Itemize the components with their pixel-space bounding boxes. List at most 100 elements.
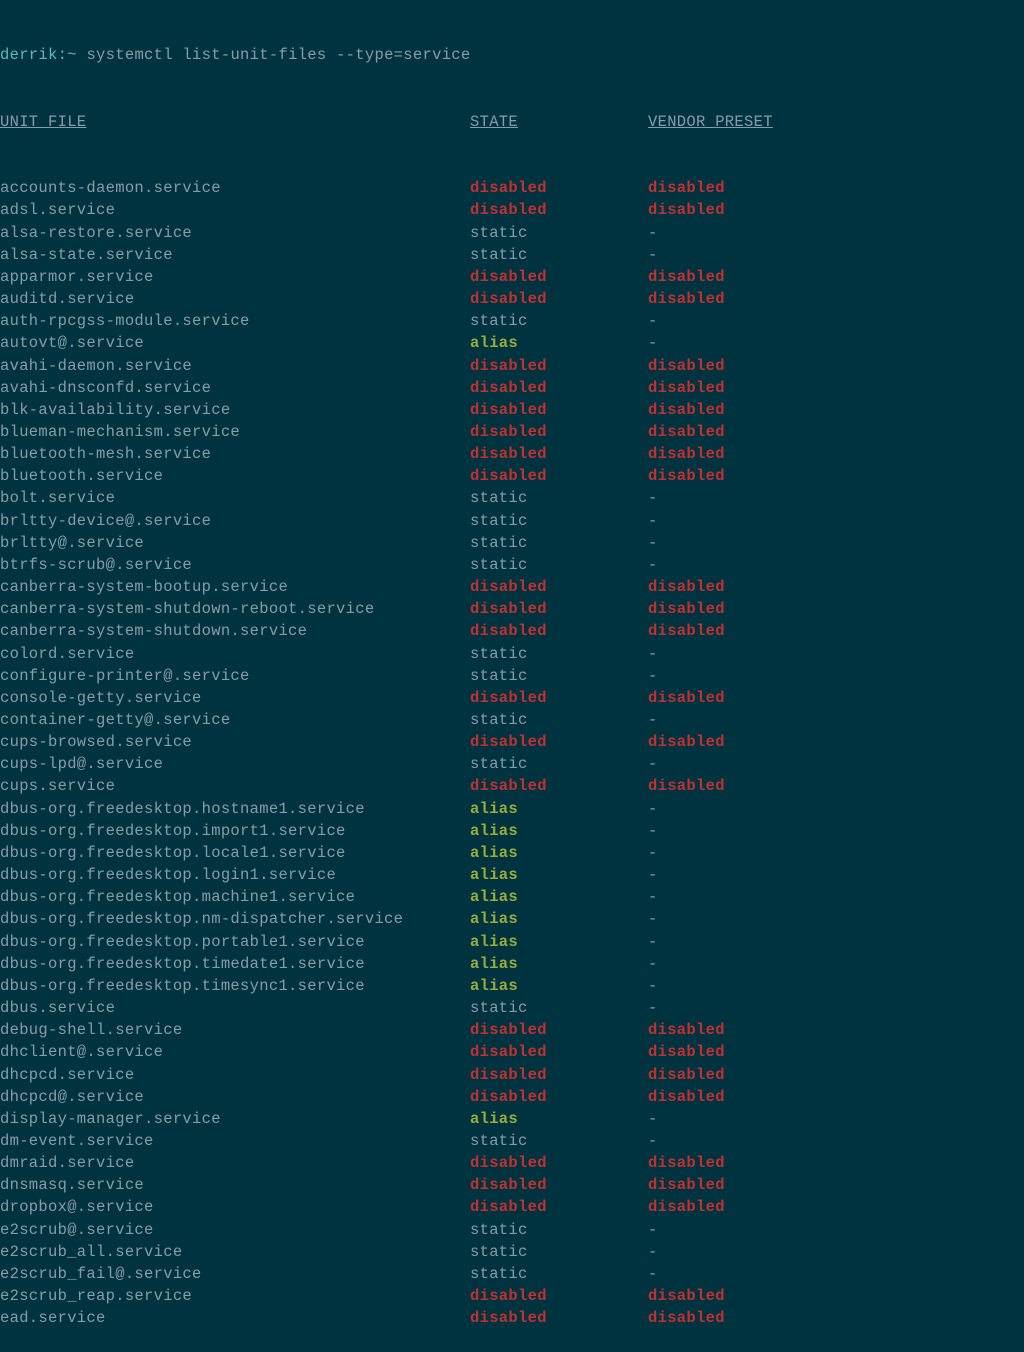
unit-state: static [470, 510, 648, 532]
unit-file-name: e2scrub@.service [0, 1219, 470, 1241]
table-row: bluetooth-mesh.servicedisableddisabled [0, 443, 1024, 465]
unit-state: alias [470, 931, 648, 953]
unit-preset: - [648, 487, 658, 509]
unit-preset: - [648, 997, 658, 1019]
table-row: canberra-system-shutdown.servicedisabled… [0, 620, 1024, 642]
table-row: autovt@.servicealias- [0, 332, 1024, 354]
table-row: cups.servicedisableddisabled [0, 775, 1024, 797]
unit-file-name: dm-event.service [0, 1130, 470, 1152]
unit-file-name: debug-shell.service [0, 1019, 470, 1041]
header-unit: UNIT FILE [0, 111, 470, 133]
table-row: cups-browsed.servicedisableddisabled [0, 731, 1024, 753]
unit-file-name: blueman-mechanism.service [0, 421, 470, 443]
unit-state: disabled [470, 421, 648, 443]
unit-state: static [470, 709, 648, 731]
table-row: auditd.servicedisableddisabled [0, 288, 1024, 310]
table-row: console-getty.servicedisableddisabled [0, 687, 1024, 709]
unit-state: disabled [470, 177, 648, 199]
unit-file-name: display-manager.service [0, 1108, 470, 1130]
table-row: dbus-org.freedesktop.locale1.servicealia… [0, 842, 1024, 864]
table-row: brltty@.servicestatic- [0, 532, 1024, 554]
header-state: STATE [470, 111, 648, 133]
unit-state: static [470, 554, 648, 576]
table-row: container-getty@.servicestatic- [0, 709, 1024, 731]
table-row: debug-shell.servicedisableddisabled [0, 1019, 1024, 1041]
table-row: e2scrub_reap.servicedisableddisabled [0, 1285, 1024, 1307]
unit-preset: disabled [648, 1019, 725, 1041]
unit-state: static [470, 1241, 648, 1263]
unit-state: disabled [470, 1041, 648, 1063]
unit-preset: - [648, 1263, 658, 1285]
unit-preset: disabled [648, 731, 725, 753]
table-row: canberra-system-bootup.servicedisableddi… [0, 576, 1024, 598]
unit-state: disabled [470, 620, 648, 642]
unit-preset: - [648, 864, 658, 886]
unit-preset: disabled [648, 177, 725, 199]
unit-state: alias [470, 842, 648, 864]
table-row: accounts-daemon.servicedisableddisabled [0, 177, 1024, 199]
unit-preset: - [648, 310, 658, 332]
unit-state: disabled [470, 576, 648, 598]
unit-preset: disabled [648, 266, 725, 288]
unit-file-name: avahi-dnsconfd.service [0, 377, 470, 399]
unit-preset: disabled [648, 288, 725, 310]
unit-state: disabled [470, 1307, 648, 1329]
table-row: blk-availability.servicedisableddisabled [0, 399, 1024, 421]
table-row: auth-rpcgss-module.servicestatic- [0, 310, 1024, 332]
unit-state: disabled [470, 1086, 648, 1108]
unit-file-name: brltty@.service [0, 532, 470, 554]
unit-file-name: e2scrub_fail@.service [0, 1263, 470, 1285]
unit-state: alias [470, 1108, 648, 1130]
unit-file-name: dhclient@.service [0, 1041, 470, 1063]
unit-state: static [470, 1263, 648, 1285]
table-row: dbus-org.freedesktop.portable1.serviceal… [0, 931, 1024, 953]
command-text [77, 46, 87, 64]
unit-preset: - [648, 842, 658, 864]
unit-file-name: dnsmasq.service [0, 1174, 470, 1196]
unit-state: static [470, 244, 648, 266]
unit-preset: disabled [648, 1152, 725, 1174]
unit-file-name: btrfs-scrub@.service [0, 554, 470, 576]
unit-preset: - [648, 931, 658, 953]
table-header-row: UNIT FILESTATEVENDOR PRESET [0, 111, 1024, 133]
table-row: alsa-state.servicestatic- [0, 244, 1024, 266]
unit-file-name: configure-printer@.service [0, 665, 470, 687]
unit-preset: disabled [648, 377, 725, 399]
unit-state: disabled [470, 465, 648, 487]
unit-file-name: auth-rpcgss-module.service [0, 310, 470, 332]
unit-file-name: console-getty.service [0, 687, 470, 709]
unit-file-name: canberra-system-bootup.service [0, 576, 470, 598]
unit-preset: disabled [648, 1086, 725, 1108]
unit-state: disabled [470, 1285, 648, 1307]
unit-preset: - [648, 798, 658, 820]
unit-preset: - [648, 532, 658, 554]
unit-preset: disabled [648, 465, 725, 487]
table-body: accounts-daemon.servicedisableddisabled a… [0, 177, 1024, 1329]
unit-file-name: blk-availability.service [0, 399, 470, 421]
unit-file-name: dbus-org.freedesktop.nm-dispatcher.servi… [0, 908, 470, 930]
unit-file-name: dbus-org.freedesktop.login1.service [0, 864, 470, 886]
unit-preset: - [648, 1219, 658, 1241]
unit-state: static [470, 665, 648, 687]
table-row: display-manager.servicealias- [0, 1108, 1024, 1130]
table-row: canberra-system-shutdown-reboot.serviced… [0, 598, 1024, 620]
unit-state: disabled [470, 377, 648, 399]
table-row: dbus-org.freedesktop.machine1.serviceali… [0, 886, 1024, 908]
table-row: dropbox@.servicedisableddisabled [0, 1196, 1024, 1218]
unit-state: alias [470, 332, 648, 354]
terminal-output[interactable]: derrik:~ systemctl list-unit-files --typ… [0, 0, 1024, 1352]
unit-state: static [470, 222, 648, 244]
unit-preset: disabled [648, 355, 725, 377]
table-row: dbus-org.freedesktop.import1.servicealia… [0, 820, 1024, 842]
unit-file-name: dbus-org.freedesktop.timesync1.service [0, 975, 470, 997]
unit-state: static [470, 1130, 648, 1152]
unit-preset: - [648, 820, 658, 842]
table-row: dbus-org.freedesktop.login1.servicealias… [0, 864, 1024, 886]
table-row: dbus.servicestatic- [0, 997, 1024, 1019]
table-row: e2scrub_fail@.servicestatic- [0, 1263, 1024, 1285]
unit-preset: disabled [648, 576, 725, 598]
table-row: configure-printer@.servicestatic- [0, 665, 1024, 687]
table-row: bluetooth.servicedisableddisabled [0, 465, 1024, 487]
unit-file-name: dbus-org.freedesktop.portable1.service [0, 931, 470, 953]
unit-file-name: e2scrub_reap.service [0, 1285, 470, 1307]
